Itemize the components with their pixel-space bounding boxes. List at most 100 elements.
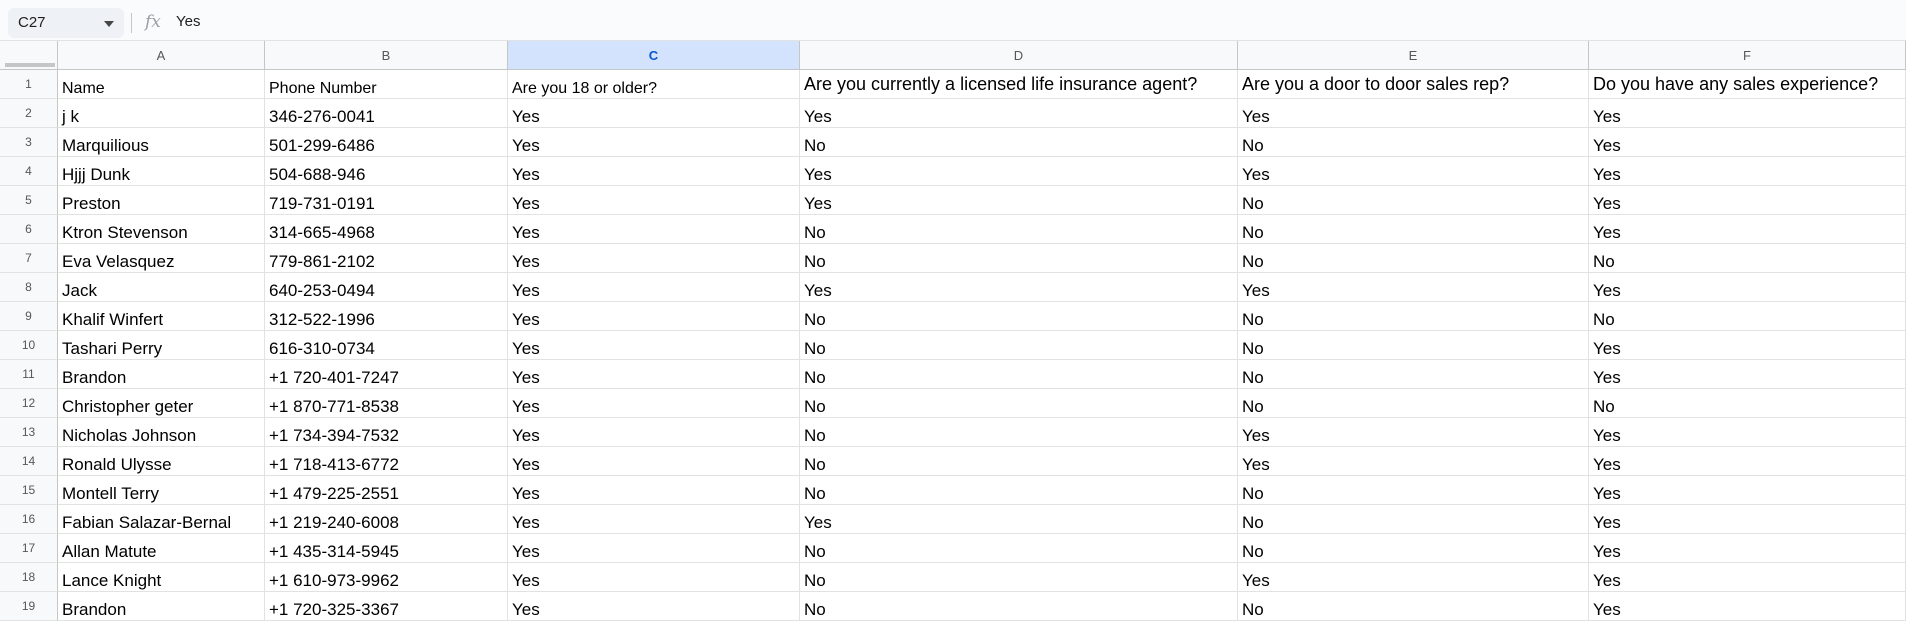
cell-b18[interactable]: +1 610-973-9962 (265, 563, 508, 592)
cell-f13[interactable]: Yes (1589, 418, 1906, 447)
cell-e10[interactable]: No (1238, 331, 1589, 360)
cell-c4[interactable]: Yes (508, 157, 800, 186)
cell-e1[interactable]: Are you a door to door sales rep? (1238, 70, 1589, 99)
row-header-17[interactable]: 17 (0, 534, 58, 563)
cell-e16[interactable]: No (1238, 505, 1589, 534)
cell-e18[interactable]: Yes (1238, 563, 1589, 592)
cell-b6[interactable]: 314-665-4968 (265, 215, 508, 244)
cell-d15[interactable]: No (800, 476, 1238, 505)
spreadsheet-grid[interactable]: A B C D E F 1 Name Phone Number Are you 18 or old… (0, 41, 1906, 621)
cell-d6[interactable]: No (800, 215, 1238, 244)
cell-e8[interactable]: Yes (1238, 273, 1589, 302)
row-header-5[interactable]: 5 (0, 186, 58, 215)
cell-a2[interactable]: j k (58, 99, 265, 128)
column-header-b[interactable]: B (265, 41, 508, 70)
row-header-15[interactable]: 15 (0, 476, 58, 505)
row-header-8[interactable]: 8 (0, 273, 58, 302)
cell-f8[interactable]: Yes (1589, 273, 1906, 302)
cell-f7[interactable]: No (1589, 244, 1906, 273)
cell-d2[interactable]: Yes (800, 99, 1238, 128)
cell-e13[interactable]: Yes (1238, 418, 1589, 447)
cell-f4[interactable]: Yes (1589, 157, 1906, 186)
cell-d12[interactable]: No (800, 389, 1238, 418)
cell-f2[interactable]: Yes (1589, 99, 1906, 128)
cell-d4[interactable]: Yes (800, 157, 1238, 186)
cell-f19[interactable]: Yes (1589, 592, 1906, 621)
cell-c9[interactable]: Yes (508, 302, 800, 331)
cell-a12[interactable]: Christopher geter (58, 389, 265, 418)
cell-d11[interactable]: No (800, 360, 1238, 389)
cell-b12[interactable]: +1 870-771-8538 (265, 389, 508, 418)
row-header-12[interactable]: 12 (0, 389, 58, 418)
cell-b2[interactable]: 346-276-0041 (265, 99, 508, 128)
cell-a9[interactable]: Khalif Winfert (58, 302, 265, 331)
cell-b15[interactable]: +1 479-225-2551 (265, 476, 508, 505)
cell-c13[interactable]: Yes (508, 418, 800, 447)
cell-f6[interactable]: Yes (1589, 215, 1906, 244)
row-header-2[interactable]: 2 (0, 99, 58, 128)
cell-c10[interactable]: Yes (508, 331, 800, 360)
cell-b19[interactable]: +1 720-325-3367 (265, 592, 508, 621)
cell-b7[interactable]: 779-861-2102 (265, 244, 508, 273)
cell-b8[interactable]: 640-253-0494 (265, 273, 508, 302)
cell-d3[interactable]: No (800, 128, 1238, 157)
select-all-corner[interactable] (0, 41, 58, 70)
column-header-e[interactable]: E (1238, 41, 1589, 70)
row-header-11[interactable]: 11 (0, 360, 58, 389)
row-header-7[interactable]: 7 (0, 244, 58, 273)
cell-c5[interactable]: Yes (508, 186, 800, 215)
cell-f12[interactable]: No (1589, 389, 1906, 418)
cell-e5[interactable]: No (1238, 186, 1589, 215)
cell-b5[interactable]: 719-731-0191 (265, 186, 508, 215)
cell-f17[interactable]: Yes (1589, 534, 1906, 563)
cell-f9[interactable]: No (1589, 302, 1906, 331)
cell-a14[interactable]: Ronald Ulysse (58, 447, 265, 476)
cell-b9[interactable]: 312-522-1996 (265, 302, 508, 331)
row-header-16[interactable]: 16 (0, 505, 58, 534)
column-header-c[interactable]: C (508, 41, 800, 70)
cell-e15[interactable]: No (1238, 476, 1589, 505)
cell-a15[interactable]: Montell Terry (58, 476, 265, 505)
cell-c14[interactable]: Yes (508, 447, 800, 476)
cell-a1[interactable]: Name (58, 70, 265, 99)
row-header-19[interactable]: 19 (0, 592, 58, 621)
cell-f15[interactable]: Yes (1589, 476, 1906, 505)
cell-c16[interactable]: Yes (508, 505, 800, 534)
cell-b3[interactable]: 501-299-6486 (265, 128, 508, 157)
cell-a8[interactable]: Jack (58, 273, 265, 302)
cell-b1[interactable]: Phone Number (265, 70, 508, 99)
cell-a6[interactable]: Ktron Stevenson (58, 215, 265, 244)
cell-c11[interactable]: Yes (508, 360, 800, 389)
cell-b4[interactable]: 504-688-946 (265, 157, 508, 186)
cell-d16[interactable]: Yes (800, 505, 1238, 534)
cell-f14[interactable]: Yes (1589, 447, 1906, 476)
cell-a3[interactable]: Marquilious (58, 128, 265, 157)
cell-c8[interactable]: Yes (508, 273, 800, 302)
cell-f16[interactable]: Yes (1589, 505, 1906, 534)
cell-e6[interactable]: No (1238, 215, 1589, 244)
row-header-4[interactable]: 4 (0, 157, 58, 186)
cell-c17[interactable]: Yes (508, 534, 800, 563)
cell-a4[interactable]: Hjjj Dunk (58, 157, 265, 186)
cell-a18[interactable]: Lance Knight (58, 563, 265, 592)
row-header-10[interactable]: 10 (0, 331, 58, 360)
cell-d19[interactable]: No (800, 592, 1238, 621)
row-header-9[interactable]: 9 (0, 302, 58, 331)
cell-c7[interactable]: Yes (508, 244, 800, 273)
cell-f18[interactable]: Yes (1589, 563, 1906, 592)
cell-a10[interactable]: Tashari Perry (58, 331, 265, 360)
cell-e19[interactable]: No (1238, 592, 1589, 621)
cell-f10[interactable]: Yes (1589, 331, 1906, 360)
cell-e4[interactable]: Yes (1238, 157, 1589, 186)
cell-b14[interactable]: +1 718-413-6772 (265, 447, 508, 476)
cell-a11[interactable]: Brandon (58, 360, 265, 389)
row-header-18[interactable]: 18 (0, 563, 58, 592)
cell-a19[interactable]: Brandon (58, 592, 265, 621)
cell-e12[interactable]: No (1238, 389, 1589, 418)
cell-c1[interactable]: Are you 18 or older? (508, 70, 800, 99)
cell-e7[interactable]: No (1238, 244, 1589, 273)
cell-b11[interactable]: +1 720-401-7247 (265, 360, 508, 389)
cell-e17[interactable]: No (1238, 534, 1589, 563)
cell-f5[interactable]: Yes (1589, 186, 1906, 215)
cell-c18[interactable]: Yes (508, 563, 800, 592)
